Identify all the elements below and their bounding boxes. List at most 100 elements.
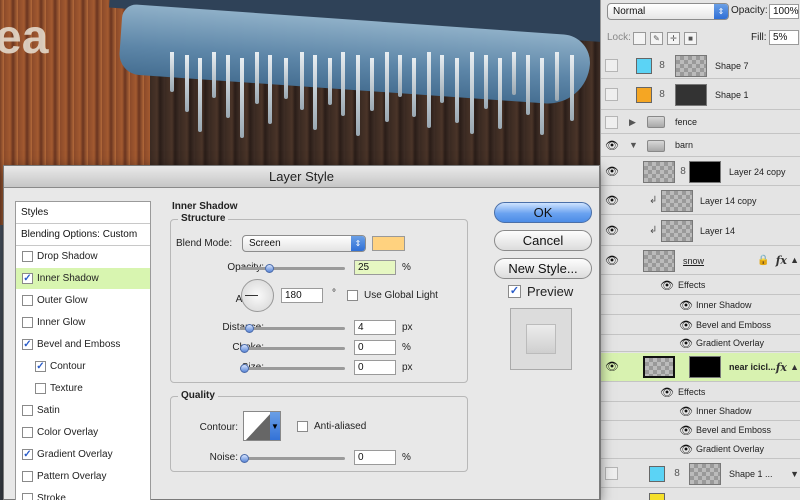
style-checkbox[interactable] (22, 317, 33, 328)
layer-thumbnail[interactable] (643, 161, 675, 183)
blend-mode-select[interactable]: Screen ⇕ (242, 235, 366, 252)
noise-slider-track[interactable] (240, 457, 345, 460)
distance-input[interactable]: 4 (354, 320, 396, 335)
opacity-slider-thumb[interactable] (265, 264, 274, 273)
expand-effects-icon[interactable]: ▲ (790, 255, 799, 265)
use-global-light-checkbox[interactable] (347, 290, 358, 301)
effect-name[interactable]: Bevel and Emboss (696, 320, 771, 330)
lock-image-icon[interactable]: ✎ (650, 32, 663, 45)
layer-row[interactable]: 👁 ↲ Layer 14 (601, 216, 800, 246)
style-item-drop-shadow[interactable]: Drop Shadow (16, 246, 150, 267)
layer-name[interactable]: barn (675, 140, 693, 150)
style-checkbox[interactable] (22, 471, 33, 482)
ok-button[interactable]: OK (494, 202, 592, 223)
layer-name[interactable]: snow (683, 256, 704, 266)
layer-name[interactable]: fence (675, 117, 697, 127)
layer-mask-thumbnail[interactable] (689, 463, 721, 485)
eye-icon[interactable]: 👁 (604, 360, 620, 374)
style-item-inner-shadow[interactable]: ✓ Inner Shadow (16, 268, 150, 289)
style-checkbox[interactable]: ✓ (22, 339, 33, 350)
choke-input[interactable]: 0 (354, 340, 396, 355)
visibility-toggle[interactable] (605, 116, 618, 129)
layer-blend-mode-select[interactable]: Normal ⇕ (607, 3, 729, 20)
lock-transparent-icon[interactable] (633, 32, 646, 45)
cancel-button[interactable]: Cancel (494, 230, 592, 251)
effect-name[interactable]: Gradient Overlay (696, 444, 764, 454)
fx-icon[interactable]: fx (776, 254, 787, 267)
expand-effects-icon[interactable]: ▲ (790, 362, 799, 372)
layer-row-partial[interactable] (601, 489, 800, 500)
effects-row[interactable]: 👁 Effects (601, 276, 800, 295)
style-item-outer-glow[interactable]: Outer Glow (16, 290, 150, 311)
preview-checkbox[interactable]: ✓ (508, 285, 521, 298)
style-item-contour[interactable]: ✓ Contour (16, 356, 150, 377)
layer-row[interactable]: 8 Shape 7 (601, 53, 800, 79)
layer-mask-thumbnail[interactable] (675, 55, 707, 77)
layer-name[interactable]: Shape 1 (715, 90, 749, 100)
eye-icon[interactable]: 👁 (659, 386, 675, 400)
noise-slider-thumb[interactable] (240, 454, 249, 463)
scroll-down-icon[interactable]: ▼ (790, 469, 799, 479)
layer-opacity-input[interactable]: 100% (769, 4, 799, 19)
style-item-gradient-overlay[interactable]: ✓ Gradient Overlay (16, 444, 150, 465)
layer-mask-thumbnail[interactable] (689, 161, 721, 183)
style-checkbox[interactable] (22, 405, 33, 416)
effect-row[interactable]: 👁 Inner Shadow (601, 403, 800, 421)
style-checkbox[interactable]: ✓ (35, 361, 46, 372)
layer-name[interactable]: Layer 14 copy (700, 196, 757, 206)
blending-options-item[interactable]: Blending Options: Custom (16, 224, 150, 246)
style-item-stroke[interactable]: Stroke (16, 488, 150, 500)
layer-row[interactable]: 8 Shape 1 (601, 80, 800, 110)
lock-position-icon[interactable]: ✛ (667, 32, 680, 45)
eye-icon[interactable]: 👁 (678, 424, 694, 438)
anti-aliased-checkbox[interactable] (297, 421, 308, 432)
angle-dial[interactable] (241, 279, 274, 312)
visibility-toggle[interactable] (605, 59, 618, 72)
layer-mask-thumbnail[interactable] (689, 356, 721, 378)
angle-input[interactable]: 180 (281, 288, 323, 303)
eye-icon[interactable]: 👁 (678, 337, 694, 351)
opacity-slider-track[interactable] (240, 267, 345, 270)
fx-icon[interactable]: fx (776, 361, 787, 374)
collapse-triangle-icon[interactable]: ▼ (629, 140, 638, 150)
effect-row[interactable]: 👁 Gradient Overlay (601, 336, 800, 352)
style-item-bevel-and-emboss[interactable]: ✓ Bevel and Emboss (16, 334, 150, 355)
shape-color-swatch[interactable] (636, 87, 652, 103)
eye-icon[interactable]: 👁 (678, 405, 694, 419)
effects-row[interactable]: 👁 Effects (601, 383, 800, 402)
layer-group-row[interactable]: 👁 ▼ barn (601, 135, 800, 157)
eye-icon[interactable]: 👁 (659, 279, 675, 293)
eye-icon[interactable]: 👁 (604, 224, 620, 238)
effect-name[interactable]: Inner Shadow (696, 406, 752, 416)
shape-color-swatch[interactable] (649, 466, 665, 482)
layer-thumbnail[interactable] (643, 356, 675, 378)
size-slider-thumb[interactable] (240, 364, 249, 373)
eye-icon[interactable]: 👁 (604, 165, 620, 179)
effect-name[interactable]: Gradient Overlay (696, 338, 764, 348)
shape-color-swatch[interactable] (636, 58, 652, 74)
effect-row[interactable]: 👁 Inner Shadow (601, 296, 800, 315)
new-style-button[interactable]: New Style... (494, 258, 592, 279)
layer-name[interactable]: Shape 7 (715, 61, 749, 71)
choke-slider-track[interactable] (240, 347, 345, 350)
layer-name[interactable]: Layer 14 (700, 226, 735, 236)
distance-slider-thumb[interactable] (245, 324, 254, 333)
lock-all-icon[interactable]: ■ (684, 32, 697, 45)
layer-row-selected[interactable]: 👁 near icicl... fx ▲ (601, 353, 800, 382)
style-checkbox[interactable]: ✓ (22, 449, 33, 460)
size-slider-track[interactable] (240, 367, 345, 370)
expand-triangle-icon[interactable]: ▶ (629, 117, 636, 128)
style-item-pattern-overlay[interactable]: Pattern Overlay (16, 466, 150, 487)
opacity-input[interactable]: 25 (354, 260, 396, 275)
visibility-toggle[interactable] (605, 88, 618, 101)
layer-fill-input[interactable]: 5% (769, 30, 799, 45)
style-checkbox[interactable] (22, 427, 33, 438)
style-checkbox[interactable] (22, 251, 33, 262)
contour-dropdown-icon[interactable]: ▼ (270, 412, 280, 440)
size-input[interactable]: 0 (354, 360, 396, 375)
visibility-toggle[interactable] (605, 467, 618, 480)
eye-icon[interactable]: 👁 (604, 194, 620, 208)
choke-slider-thumb[interactable] (240, 344, 249, 353)
style-item-color-overlay[interactable]: Color Overlay (16, 422, 150, 443)
effect-name[interactable]: Bevel and Emboss (696, 425, 771, 435)
